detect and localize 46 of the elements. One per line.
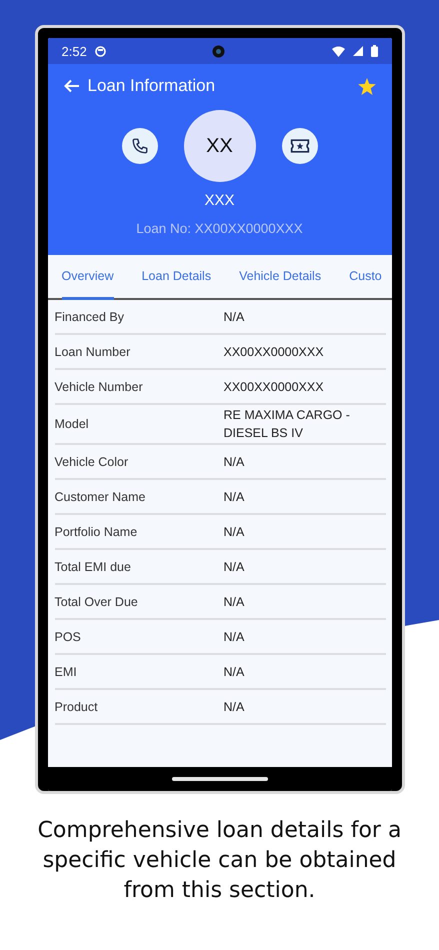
field-label: Customer Name (54, 490, 146, 504)
back-arrow-icon[interactable] (64, 79, 80, 93)
field-value: N/A (224, 628, 246, 646)
field-value: N/A (224, 524, 246, 540)
tab[interactable]: Loan Details (142, 255, 212, 300)
field-label: POS (54, 630, 82, 644)
tab[interactable]: Vehicle Details (239, 255, 322, 300)
field-value: XX00XX0000XXX (224, 378, 325, 396)
field-label: Portfolio Name (54, 524, 138, 538)
home-handle[interactable] (172, 777, 268, 781)
wifi-icon (332, 46, 344, 56)
field-value: XX00XX0000XXX (224, 344, 325, 360)
ticket-star-icon (290, 138, 310, 154)
battery-icon (370, 45, 378, 57)
field-value: N/A (224, 308, 246, 326)
field-label: Model (54, 417, 90, 431)
ticket-button[interactable] (282, 128, 318, 164)
customer-name: XXX (203, 192, 236, 209)
field-value: N/A (224, 454, 246, 470)
tab[interactable]: Overview (62, 255, 114, 300)
field-value: N/A (224, 698, 246, 716)
field-value: RE MAXIMA CARGO -DIESEL BS IV (224, 407, 351, 442)
tab[interactable]: Custo (349, 255, 382, 300)
field-label: Vehicle Number (54, 380, 144, 394)
field-value: N/A (224, 594, 246, 610)
camera-icon (212, 44, 226, 58)
field-value: N/A (224, 664, 246, 680)
notification-icon (94, 46, 106, 56)
field-label: Total EMI due (54, 560, 132, 574)
screen-title: Loan Information (88, 76, 216, 96)
field-value: N/A (224, 488, 246, 506)
avatar-initials: XX (184, 110, 256, 182)
field-label: Product (54, 700, 99, 714)
field-label: Vehicle Color (54, 454, 130, 468)
phone-icon (130, 137, 148, 155)
field-label: Loan Number (54, 344, 132, 358)
field-label: Total Over Due (54, 594, 139, 608)
star-icon[interactable] (358, 78, 376, 94)
caption-text: Comprehensive loan details for a specific vehicle can be obtained from this section. (36, 817, 402, 905)
field-label: EMI (54, 664, 78, 678)
loan-number: Loan No: XX00XX0000XXX (135, 221, 304, 236)
field-value: N/A (224, 558, 246, 576)
field-label: Financed By (54, 310, 125, 324)
call-button[interactable] (122, 128, 158, 164)
signal-icon (352, 46, 362, 56)
status-time: 2:52 (62, 44, 87, 58)
